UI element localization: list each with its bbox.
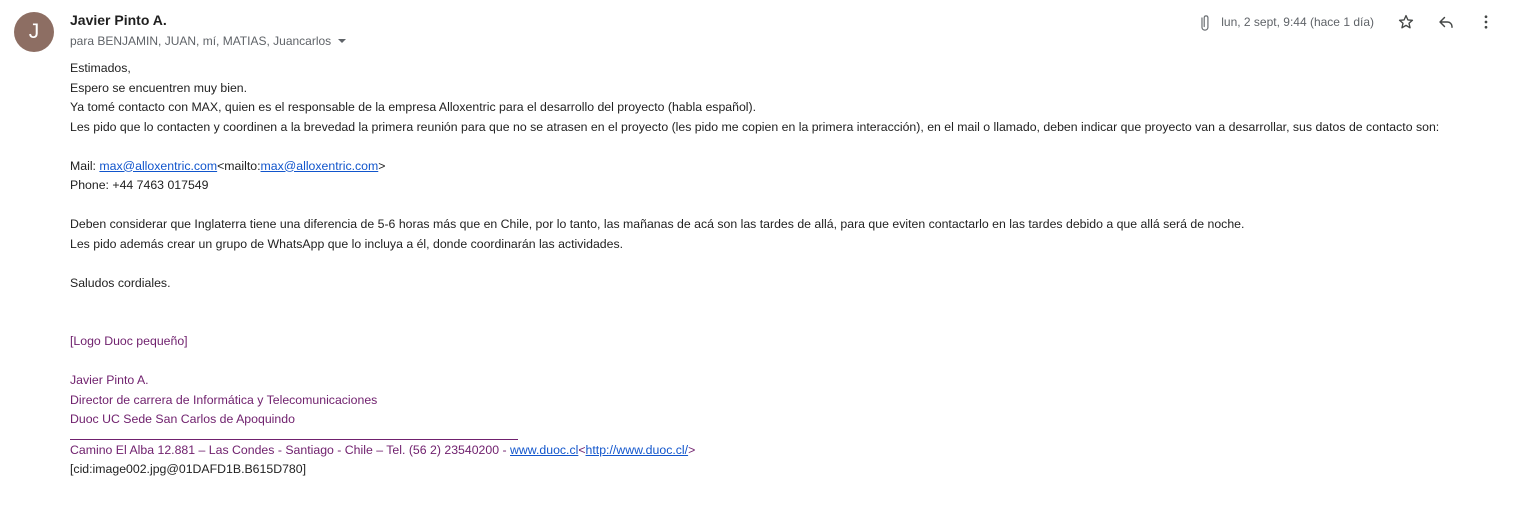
signature-divider — [70, 430, 518, 440]
message-meta: lun, 2 sept, 9:44 (hace 1 día) — [1196, 8, 1506, 36]
body-greeting: Estimados, — [70, 61, 131, 75]
contact-mail-line: Mail: max@alloxentric.com<mailto:max@all… — [70, 157, 1500, 177]
signature-logo-placeholder: [Logo Duoc pequeño] — [70, 334, 188, 348]
mailto-prefix: <mailto: — [217, 158, 261, 173]
message-body: Estimados, Espero se encuentren muy bien… — [70, 59, 1500, 480]
avatar-letter: J — [28, 20, 40, 43]
reply-button[interactable] — [1426, 8, 1466, 36]
mail-prefix: Mail: — [70, 158, 100, 173]
site-url-link[interactable]: http://www.duoc.cl/ — [586, 443, 689, 457]
signature-org: Duoc UC Sede San Carlos de Apoquindo — [70, 412, 295, 426]
signature-address: Camino El Alba 12.881 – Las Condes - San… — [70, 442, 511, 457]
chevron-down-icon[interactable] — [335, 34, 349, 48]
body-line: Espero se encuentren muy bien. — [70, 80, 248, 95]
message-date[interactable]: lun, 2 sept, 9:44 (hace 1 día) — [1221, 15, 1374, 29]
mailto-link[interactable]: max@alloxentric.com — [261, 159, 379, 173]
body-line: Les pido además crear un grupo de WhatsA… — [70, 236, 624, 251]
reply-icon — [1439, 16, 1453, 28]
recipients-text: para BENJAMIN, JUAN, mí, MATIAS, Juancar… — [70, 34, 332, 48]
contact-phone-line: Phone: +44 7463 017549 — [70, 178, 209, 192]
more-options-button[interactable] — [1466, 8, 1506, 36]
sender-name[interactable]: Javier Pinto A. — [70, 12, 167, 28]
sender-avatar[interactable]: J — [14, 12, 54, 52]
site-suffix: > — [688, 442, 696, 457]
body-line: Deben considerar que Inglaterra tiene un… — [70, 217, 1245, 231]
signature-cid: [cid:image002.jpg@01DAFD1B.B615D780] — [70, 462, 307, 476]
more-vert-icon — [1484, 15, 1488, 29]
mail-link[interactable]: max@alloxentric.com — [99, 159, 217, 173]
paperclip-icon — [1201, 15, 1209, 31]
mailto-suffix: > — [378, 158, 386, 173]
star-button[interactable] — [1386, 8, 1426, 36]
body-closing: Saludos cordiales. — [70, 275, 171, 290]
signature-name: Javier Pinto A. — [70, 373, 149, 387]
recipients-line: para BENJAMIN, JUAN, mí, MATIAS, Juancar… — [70, 34, 349, 48]
signature-address-line: Camino El Alba 12.881 – Las Condes - San… — [70, 441, 1500, 461]
star-icon — [1398, 14, 1414, 29]
site-link[interactable]: www.duoc.cl — [510, 443, 578, 457]
signature-title: Director de carrera de Informática y Tel… — [70, 392, 378, 407]
body-line: Les pido que lo contacten y coordinen a … — [70, 119, 1440, 134]
site-prefix: < — [578, 442, 586, 457]
body-line: Ya tomé contacto con MAX, quien es el re… — [70, 100, 757, 114]
